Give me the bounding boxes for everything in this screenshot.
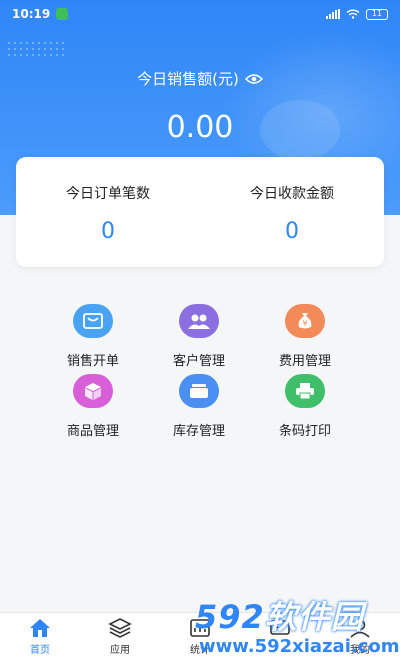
- menu-item-sales-order[interactable]: 销售开单: [43, 304, 143, 369]
- orders-label: 今日订单笔数: [66, 186, 150, 202]
- cart-icon: [73, 304, 113, 338]
- tab-home[interactable]: 首页: [0, 617, 80, 656]
- money-bag-icon: ¥: [285, 304, 325, 338]
- menu-item-label: 条码打印: [278, 424, 331, 439]
- menu-item-inventory[interactable]: 库存管理: [149, 374, 249, 439]
- tab-label: 统计: [190, 645, 210, 656]
- summary-card: 今日订单笔数 0 今日收款金额 0: [16, 157, 384, 267]
- receipts-value: 0: [285, 219, 299, 244]
- menu-item-label: 销售开单: [66, 354, 119, 369]
- home-icon: [30, 619, 50, 637]
- notification-badge-icon: [56, 8, 69, 20]
- tab-apps[interactable]: 应用: [80, 617, 160, 656]
- tab-label: 应用: [110, 645, 130, 656]
- decoration-dots: [6, 40, 66, 60]
- bottom-tab-bar: 首页 应用 统计 我的: [0, 612, 400, 666]
- eye-icon[interactable]: [244, 73, 263, 85]
- message-icon: [270, 620, 290, 635]
- status-bar: 10:19 11: [0, 0, 400, 28]
- status-time: 10:19: [12, 7, 51, 21]
- tab-label: 我的: [350, 645, 370, 656]
- menu-item-label: 客户管理: [172, 354, 225, 369]
- sales-label: 今日销售额(元): [137, 70, 239, 88]
- orders-value: 0: [101, 219, 115, 244]
- menu-item-label: 费用管理: [278, 354, 331, 369]
- box-icon: [73, 374, 113, 408]
- orders-stat[interactable]: 今日订单笔数 0: [16, 157, 200, 267]
- users-icon: [179, 304, 219, 338]
- menu-item-customers[interactable]: 客户管理: [149, 304, 249, 369]
- user-icon: [350, 619, 370, 638]
- receipts-stat[interactable]: 今日收款金额 0: [200, 157, 384, 267]
- wifi-icon: [346, 9, 360, 19]
- printer-icon: [285, 374, 325, 408]
- tab-stats[interactable]: 统计: [160, 617, 240, 656]
- receipts-label: 今日收款金额: [250, 186, 334, 202]
- menu-item-expenses[interactable]: ¥ 费用管理: [255, 304, 355, 369]
- layers-icon: [108, 618, 132, 638]
- inventory-icon: [179, 374, 219, 408]
- tab-messages[interactable]: [240, 617, 320, 641]
- menu-item-products[interactable]: 商品管理: [43, 374, 143, 439]
- tab-label: 首页: [30, 645, 50, 656]
- chart-icon: [190, 619, 210, 637]
- menu-item-barcode-print[interactable]: 条码打印: [255, 374, 355, 439]
- sales-value: 0.00: [166, 110, 234, 145]
- menu-item-label: 库存管理: [172, 424, 225, 439]
- sales-label-row: 今日销售额(元): [0, 68, 400, 89]
- menu-item-label: 商品管理: [66, 424, 119, 439]
- battery-icon: 11: [366, 8, 388, 20]
- tab-profile[interactable]: 我的: [320, 617, 400, 656]
- signal-icon: [326, 9, 340, 19]
- svg-text:¥: ¥: [302, 319, 307, 328]
